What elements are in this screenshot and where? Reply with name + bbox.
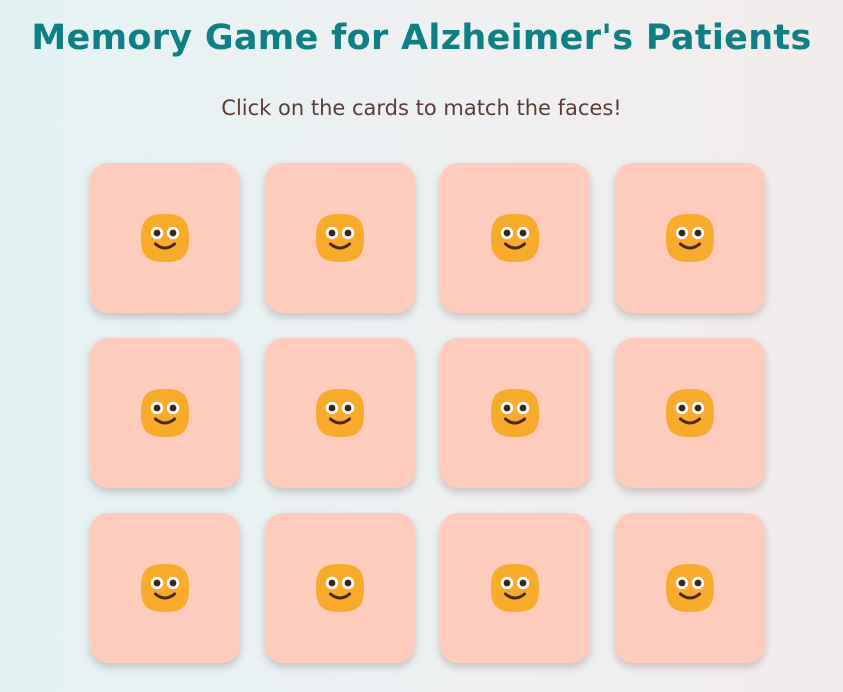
smiley-face-icon [141,389,189,437]
smiley-face-icon [491,564,539,612]
memory-card[interactable] [440,513,590,663]
memory-card[interactable] [440,338,590,488]
page-title: Memory Game for Alzheimer's Patients [31,18,812,58]
memory-card[interactable] [615,513,765,663]
memory-card[interactable] [265,163,415,313]
memory-card[interactable] [615,163,765,313]
memory-card[interactable] [615,338,765,488]
smiley-face-icon [141,214,189,262]
memory-card[interactable] [440,163,590,313]
memory-card[interactable] [265,513,415,663]
smiley-face-icon [316,214,364,262]
memory-card[interactable] [90,513,240,663]
smiley-face-icon [316,564,364,612]
smiley-face-icon [666,389,714,437]
smiley-face-icon [316,389,364,437]
card-grid [90,163,765,663]
memory-card[interactable] [90,163,240,313]
smiley-face-icon [666,214,714,262]
smiley-face-icon [491,214,539,262]
memory-card[interactable] [265,338,415,488]
instructions-text: Click on the cards to match the faces! [221,96,622,120]
smiley-face-icon [141,564,189,612]
memory-card[interactable] [90,338,240,488]
smiley-face-icon [491,389,539,437]
smiley-face-icon [666,564,714,612]
